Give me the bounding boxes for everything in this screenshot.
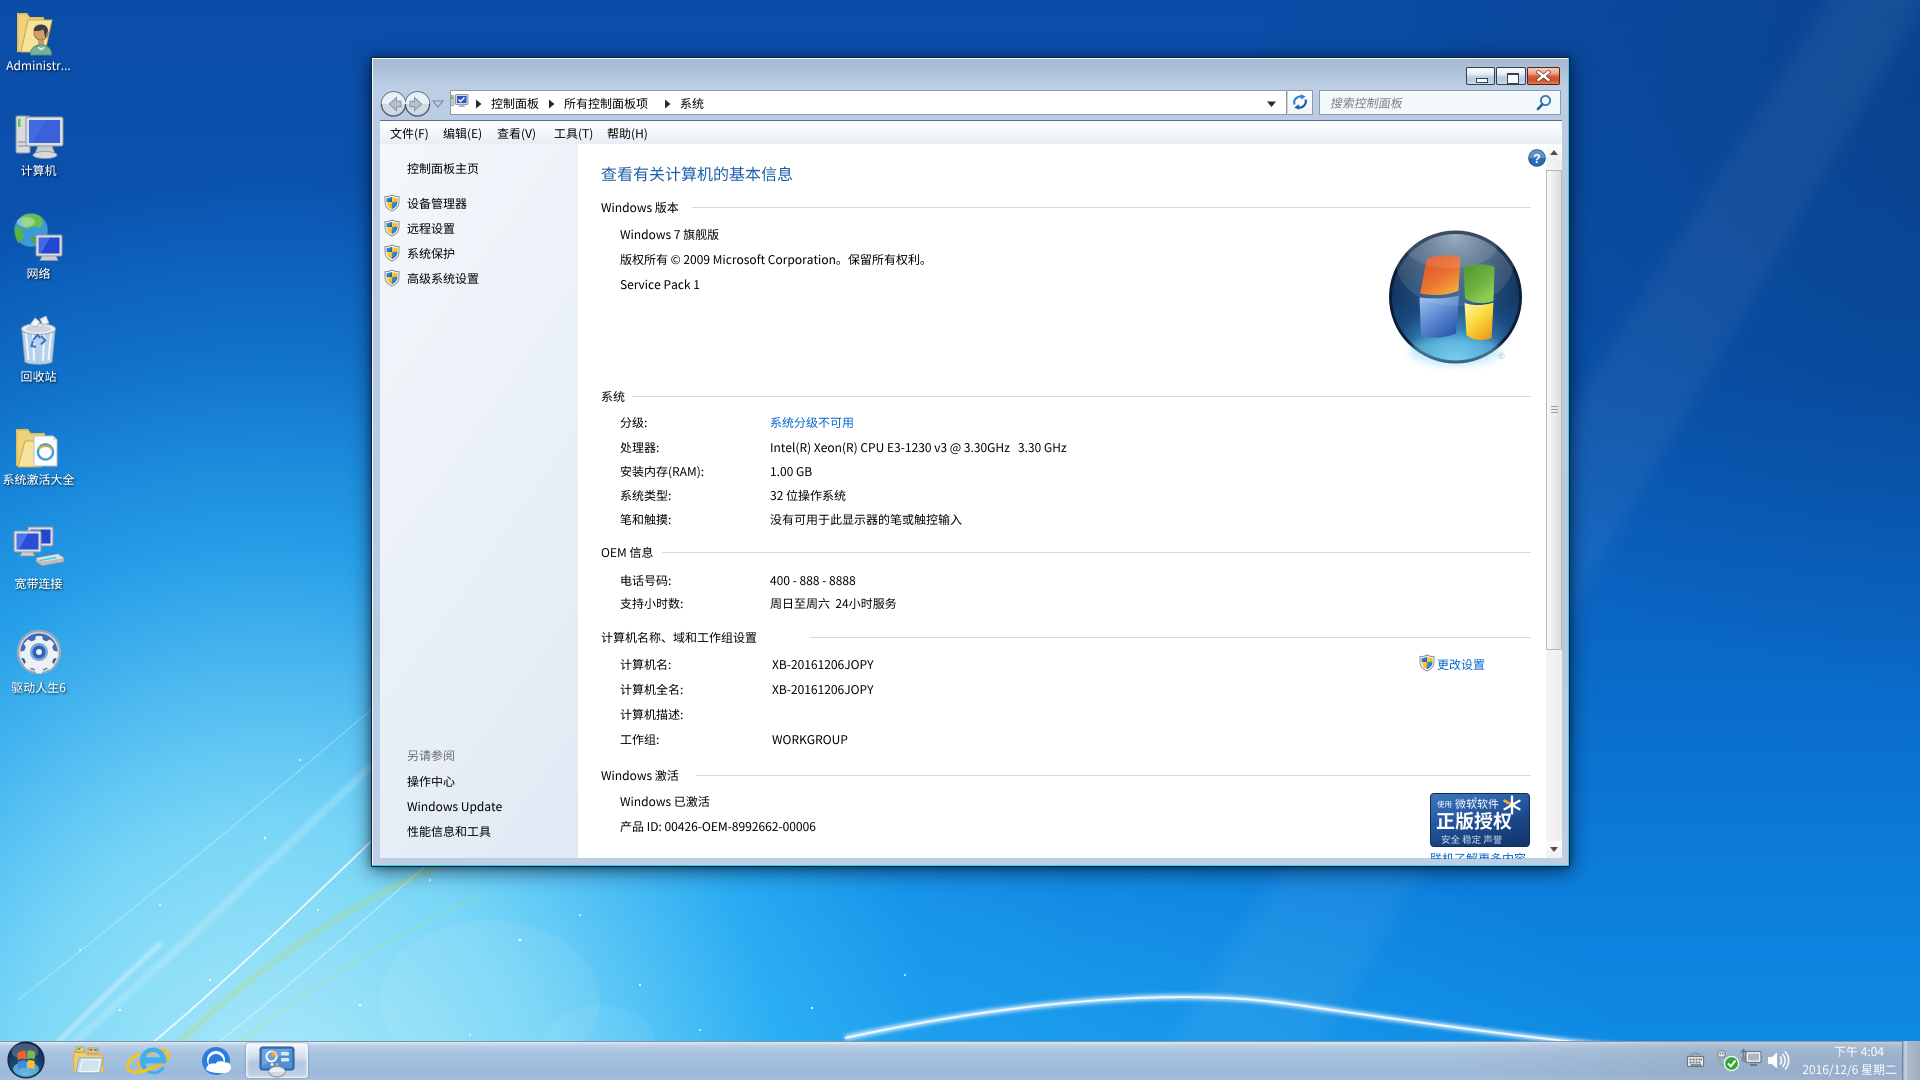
svg-text:®: ® [1498, 351, 1505, 361]
svg-text:?: ? [1533, 152, 1541, 166]
